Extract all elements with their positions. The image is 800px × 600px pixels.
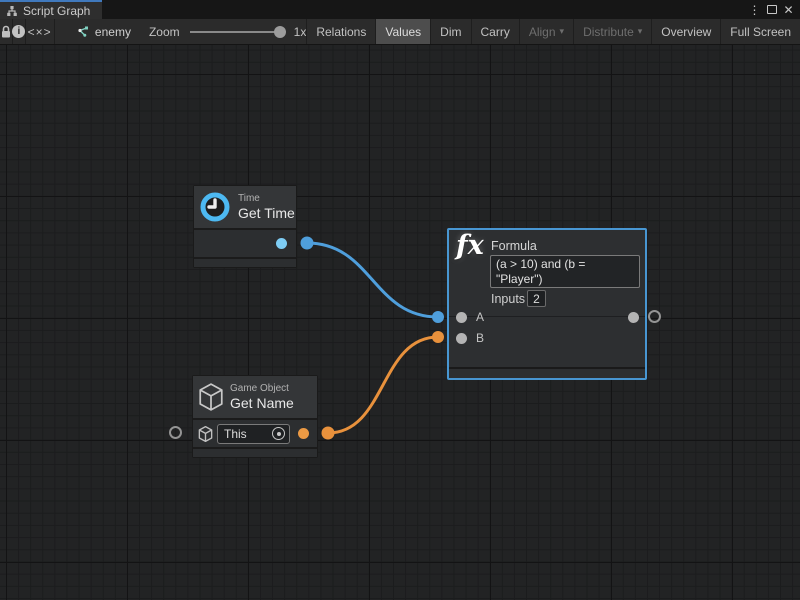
formula-expression-field[interactable]: (a > 10) and (b = "Player") [490,255,640,288]
values-button[interactable]: Values [376,19,430,44]
zoom-label: Zoom [149,25,180,39]
node-get-time[interactable]: Time Get Time [193,185,297,268]
wire-endpoint [432,311,444,323]
node-get-name[interactable]: Game Object Get Name This [192,375,318,458]
game-object-icon [198,426,213,442]
embed-button[interactable]: <×> [26,19,54,44]
breadcrumb-graph-enemy[interactable]: enemy [76,19,131,44]
zoom-slider-handle[interactable] [274,26,286,38]
wire-get-name-to-formula-b [328,337,438,433]
script-graph-icon [76,25,89,38]
node-formula[interactable]: fx Formula (a > 10) and (b = "Player") I… [447,228,647,380]
toolbar-buttons: Relations Values Dim Carry Align ▾ Distr… [306,19,800,44]
carry-button[interactable]: Carry [472,19,519,44]
title-bar: Script Graph ⋮ ✕ [0,0,800,19]
zoom-slider[interactable] [190,19,286,45]
window-menu-icon[interactable]: ⋮ [746,0,763,19]
input-port-target-unconnected[interactable] [169,426,182,439]
relations-button[interactable]: Relations [307,19,375,44]
wire-endpoint [301,237,314,250]
graph-toolbar: i <×> enemy Zoom 1x Relations Values Dim… [0,19,800,45]
output-port-name[interactable] [298,428,309,439]
maximize-icon[interactable] [763,0,780,19]
inputs-label: Inputs [491,292,525,306]
formula-fx-icon: fx [456,230,484,261]
target-object-field[interactable]: This [217,424,290,444]
tab-title: Script Graph [23,4,90,18]
zoom-value: 1x [294,25,307,39]
wires-layer [0,45,800,600]
lock-icon [0,25,12,39]
close-icon[interactable]: ✕ [780,0,797,19]
full-screen-button[interactable]: Full Screen [721,19,800,44]
align-dropdown[interactable]: Align ▾ [520,19,573,44]
embed-icon: <×> [28,25,52,39]
port-label-b: B [476,331,484,345]
output-port-time[interactable] [276,238,287,249]
tab-script-graph[interactable]: Script Graph [0,0,102,19]
inputs-count-field[interactable]: 2 [527,290,546,307]
output-port-result[interactable] [628,312,639,323]
port-label-a: A [476,310,484,324]
node-title: Get Time [238,205,295,221]
chevron-down-icon: ▾ [638,26,643,37]
wire-endpoint [432,331,444,343]
chevron-down-icon: ▾ [560,26,565,37]
overview-button[interactable]: Overview [652,19,720,44]
output-port-unconnected[interactable] [648,310,661,323]
node-title: Formula [491,239,537,253]
node-category: Game Object [230,383,294,395]
window-controls: ⋮ ✕ [746,0,797,19]
distribute-dropdown[interactable]: Distribute ▾ [574,19,651,44]
node-category: Time [238,193,295,205]
input-port-a[interactable] [456,312,467,323]
target-value: This [218,427,272,441]
info-icon: i [12,25,25,38]
wire-get-time-to-formula-a [307,243,438,317]
time-icon [199,191,231,223]
input-port-b[interactable] [456,333,467,344]
graph-name: enemy [95,25,131,39]
wire-endpoint [322,427,335,440]
graph-hierarchy-icon [6,5,18,17]
object-picker-icon[interactable] [272,427,285,440]
zoom-slider-track[interactable] [190,31,278,33]
inspect-button[interactable]: i [12,19,25,44]
lock-button[interactable] [0,19,12,44]
game-object-icon [198,383,224,411]
graph-canvas[interactable]: Time Get Time fx Formula (a > 10) and (b… [0,45,800,600]
dim-button[interactable]: Dim [431,19,470,44]
node-title: Get Name [230,395,294,411]
zoom-control: Zoom 1x [149,19,306,44]
